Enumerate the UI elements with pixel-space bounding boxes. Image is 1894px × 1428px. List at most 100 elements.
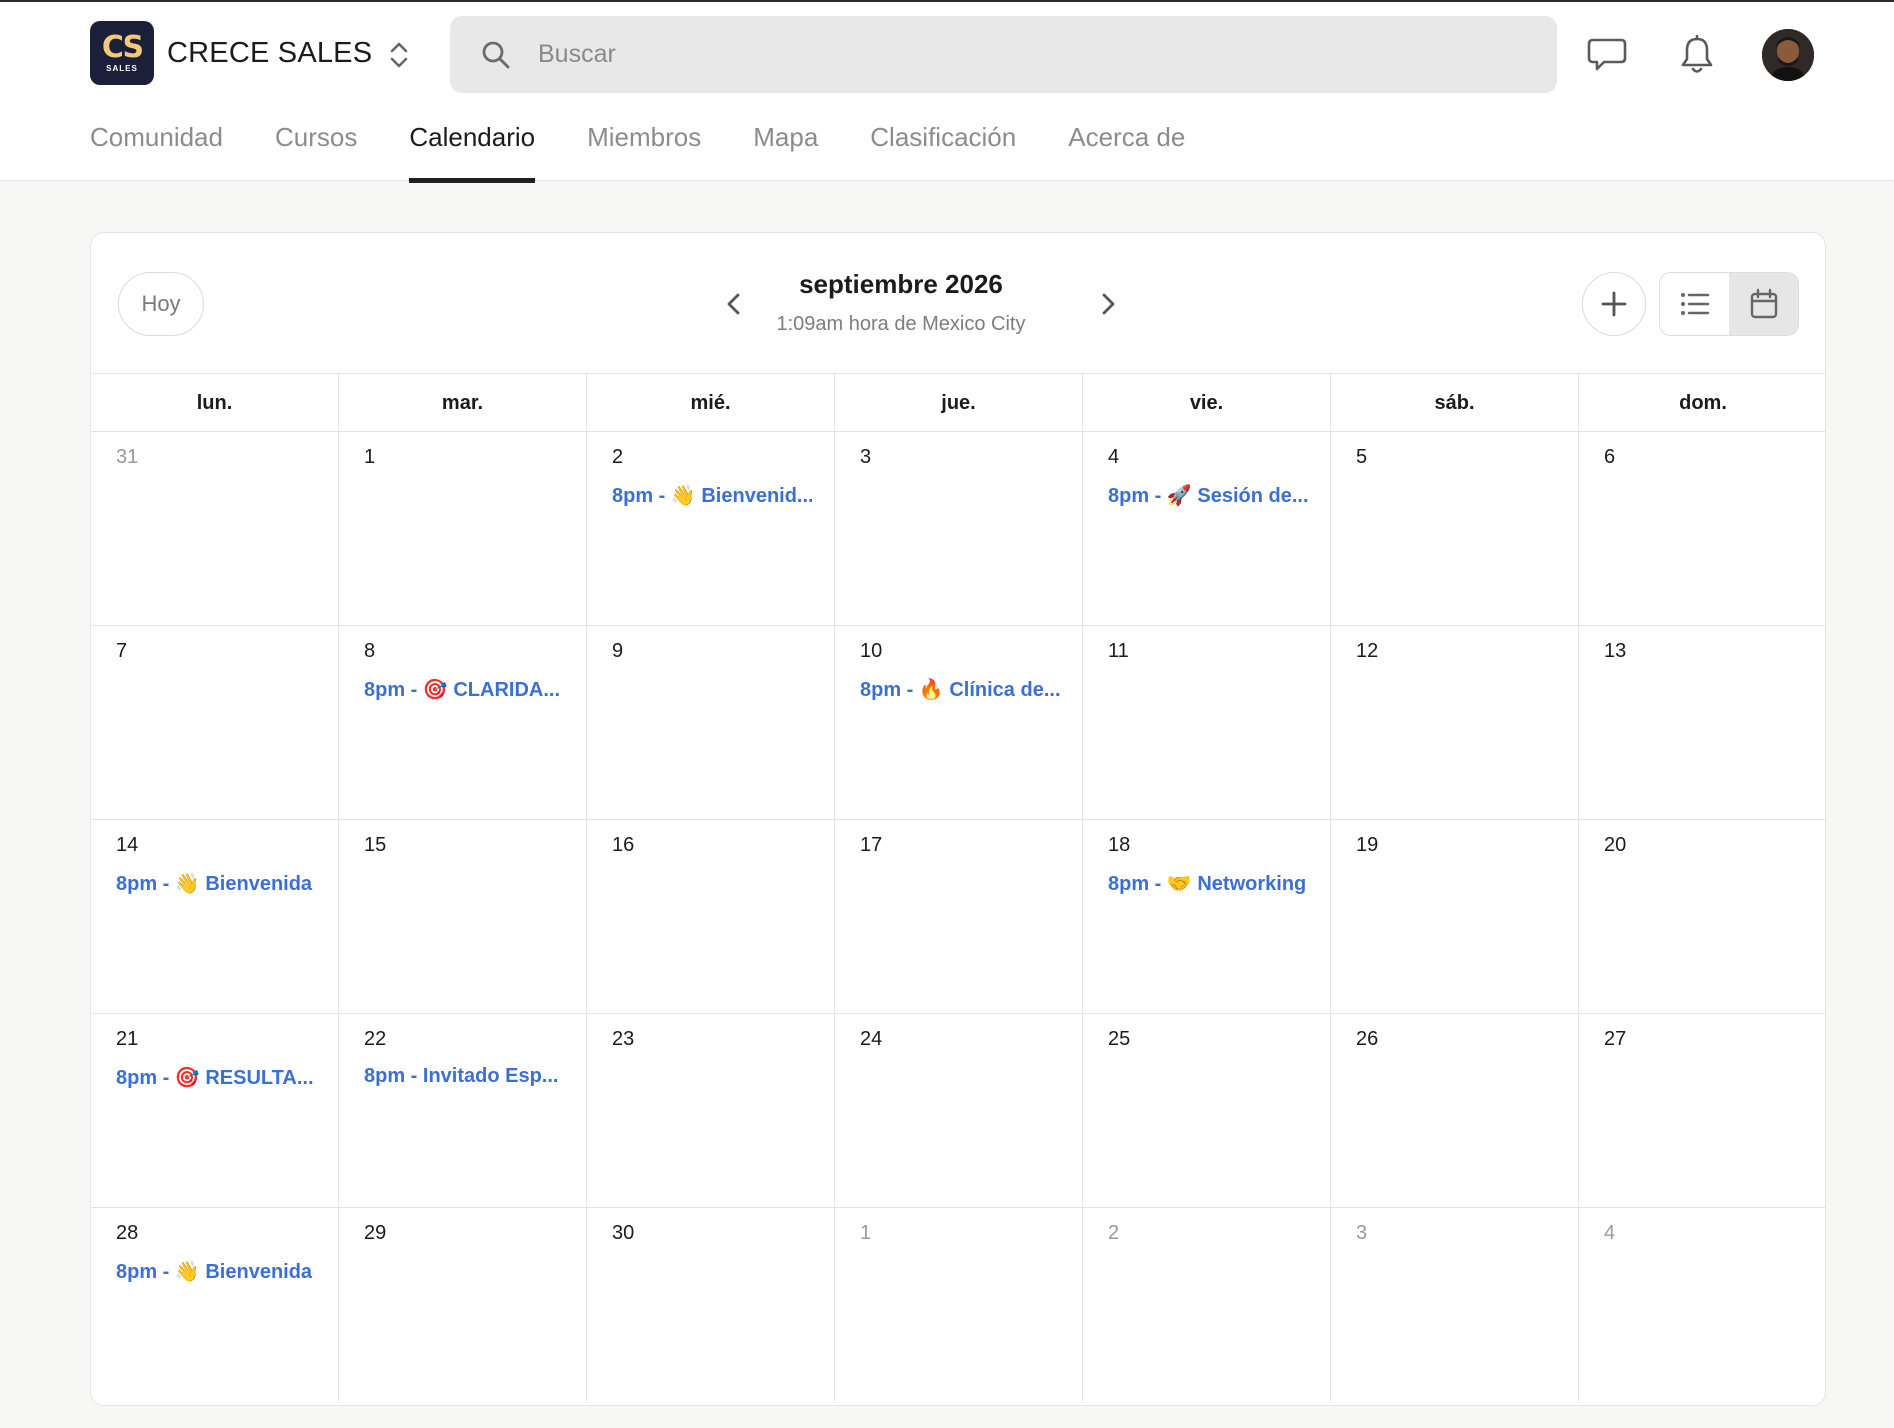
- day-cell[interactable]: 21 8pm - 🎯 RESULTA...: [91, 1014, 339, 1207]
- day-number: 13: [1604, 640, 1627, 662]
- day-cell[interactable]: 25: [1083, 1014, 1331, 1207]
- day-number: 28: [116, 1222, 139, 1244]
- logo-subtext: SALES: [106, 64, 138, 73]
- day-number: 4: [1108, 446, 1120, 468]
- day-cell[interactable]: 3: [835, 432, 1083, 625]
- tab-miembros[interactable]: Miembros: [587, 112, 701, 182]
- day-cell[interactable]: 20: [1579, 820, 1825, 1013]
- day-number: 6: [1604, 446, 1616, 468]
- day-cell[interactable]: 8 8pm - 🎯 CLARIDA...: [339, 626, 587, 819]
- week-row: 21 8pm - 🎯 RESULTA... 22 8pm - Invitado Esp…: [91, 1014, 1825, 1208]
- day-cell[interactable]: 17: [835, 820, 1083, 1013]
- day-cell[interactable]: 12: [1331, 626, 1579, 819]
- calendar-event[interactable]: 8pm - 👋 Bienvenida: [116, 1259, 316, 1284]
- day-cell[interactable]: 5: [1331, 432, 1579, 625]
- search-input[interactable]: [538, 40, 1518, 69]
- community-switcher-button[interactable]: [383, 36, 415, 74]
- week-row: 7 8 8pm - 🎯 CLARIDA... 9 10 8pm - 🔥 Clínica d…: [91, 626, 1825, 820]
- day-cell[interactable]: 28 8pm - 👋 Bienvenida: [91, 1208, 339, 1402]
- day-cell-other-month[interactable]: 31: [91, 432, 339, 625]
- day-cell[interactable]: 24: [835, 1014, 1083, 1207]
- chevron-up-down-icon: [390, 42, 408, 68]
- day-number: 1: [364, 446, 376, 468]
- day-cell[interactable]: 9: [587, 626, 835, 819]
- chat-button[interactable]: [1583, 31, 1631, 79]
- search-bar[interactable]: [450, 16, 1557, 93]
- community-logo[interactable]: CS SALES: [90, 21, 154, 85]
- day-number: 5: [1356, 446, 1368, 468]
- calendar-event[interactable]: 8pm - 👋 Bienvenid...: [612, 483, 812, 508]
- calendar-event[interactable]: 8pm - Invitado Esp...: [364, 1065, 564, 1088]
- day-cell[interactable]: 27: [1579, 1014, 1825, 1207]
- day-cell[interactable]: 22 8pm - Invitado Esp...: [339, 1014, 587, 1207]
- week-row: 28 8pm - 👋 Bienvenida 29 30 1 2 3 4: [91, 1208, 1825, 1402]
- day-number: 16: [612, 834, 635, 856]
- day-cell[interactable]: 1: [339, 432, 587, 625]
- day-cell-other-month[interactable]: 1: [835, 1208, 1083, 1402]
- calendar-event[interactable]: 8pm - 🔥 Clínica de...: [860, 677, 1060, 702]
- weekday-header: mié.: [587, 374, 835, 431]
- weekday-header-row: lun. mar. mié. jue. vie. sáb. dom.: [91, 373, 1825, 432]
- day-number: 10: [860, 640, 883, 662]
- day-cell[interactable]: 14 8pm - 👋 Bienvenida: [91, 820, 339, 1013]
- calendar-event[interactable]: 8pm - 🤝 Networking: [1108, 871, 1308, 896]
- week-row: 14 8pm - 👋 Bienvenida 15 16 17 18 8pm - 🤝 Netw…: [91, 820, 1825, 1014]
- day-number: 2: [1108, 1222, 1120, 1244]
- day-cell[interactable]: 13: [1579, 626, 1825, 819]
- day-cell[interactable]: 11: [1083, 626, 1331, 819]
- tab-comunidad[interactable]: Comunidad: [90, 112, 223, 182]
- day-number: 9: [612, 640, 624, 662]
- list-view-button[interactable]: [1660, 273, 1729, 335]
- day-number: 14: [116, 834, 139, 856]
- day-cell[interactable]: 2 8pm - 👋 Bienvenid...: [587, 432, 835, 625]
- day-number: 1: [860, 1222, 872, 1244]
- day-cell[interactable]: 16: [587, 820, 835, 1013]
- day-cell-other-month[interactable]: 2: [1083, 1208, 1331, 1402]
- day-number: 18: [1108, 834, 1131, 856]
- week-row: 31 1 2 8pm - 👋 Bienvenid... 3 4 8pm - 🚀 Sesión…: [91, 432, 1825, 626]
- notifications-button[interactable]: [1673, 31, 1721, 79]
- calendar-event[interactable]: 8pm - 🚀 Sesión de...: [1108, 483, 1308, 508]
- calendar-event[interactable]: 8pm - 👋 Bienvenida: [116, 871, 316, 896]
- view-toggle: [1659, 272, 1799, 336]
- tab-clasificacion[interactable]: Clasificación: [870, 112, 1016, 182]
- day-cell[interactable]: 15: [339, 820, 587, 1013]
- day-cell[interactable]: 23: [587, 1014, 835, 1207]
- day-cell-other-month[interactable]: 4: [1579, 1208, 1825, 1402]
- today-button[interactable]: Hoy: [118, 272, 204, 336]
- tab-calendario[interactable]: Calendario: [409, 112, 535, 183]
- day-cell[interactable]: 6: [1579, 432, 1825, 625]
- calendar-view-button[interactable]: [1729, 273, 1798, 335]
- day-number: 12: [1356, 640, 1379, 662]
- user-avatar[interactable]: [1762, 29, 1814, 81]
- day-cell[interactable]: 10 8pm - 🔥 Clínica de...: [835, 626, 1083, 819]
- day-cell-other-month[interactable]: 3: [1331, 1208, 1579, 1402]
- tab-cursos[interactable]: Cursos: [275, 112, 357, 182]
- day-cell[interactable]: 7: [91, 626, 339, 819]
- weekday-header: sáb.: [1331, 374, 1579, 431]
- tab-mapa[interactable]: Mapa: [753, 112, 818, 182]
- calendar-event[interactable]: 8pm - 🎯 RESULTA...: [116, 1065, 316, 1090]
- calendar-event[interactable]: 8pm - 🎯 CLARIDA...: [364, 677, 564, 702]
- day-number: 17: [860, 834, 883, 856]
- chat-icon: [1587, 38, 1627, 71]
- day-cell[interactable]: 26: [1331, 1014, 1579, 1207]
- day-cell[interactable]: 30: [587, 1208, 835, 1402]
- user-photo-icon: [1762, 29, 1814, 81]
- tab-acerca-de[interactable]: Acerca de: [1068, 112, 1185, 182]
- day-number: 2: [612, 446, 624, 468]
- day-cell[interactable]: 19: [1331, 820, 1579, 1013]
- day-cell[interactable]: 29: [339, 1208, 587, 1402]
- day-cell[interactable]: 18 8pm - 🤝 Networking: [1083, 820, 1331, 1013]
- community-name[interactable]: CRECE SALES: [167, 37, 372, 70]
- day-number: 15: [364, 834, 387, 856]
- day-number: 22: [364, 1028, 387, 1050]
- list-icon: [1680, 293, 1709, 315]
- day-number: 23: [612, 1028, 635, 1050]
- weekday-header: lun.: [91, 374, 339, 431]
- calendar-card: Hoy septiembre 2026 1:09am hora de Mexic…: [90, 232, 1826, 1406]
- month-title: septiembre 2026: [799, 269, 1003, 299]
- day-cell[interactable]: 4 8pm - 🚀 Sesión de...: [1083, 432, 1331, 625]
- next-month-button[interactable]: [1091, 287, 1125, 321]
- add-event-button[interactable]: [1582, 272, 1646, 336]
